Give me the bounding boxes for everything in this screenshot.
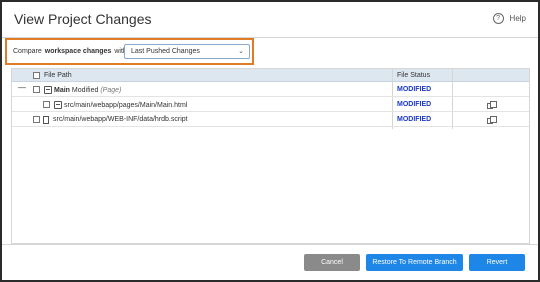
dialog-title: View Project Changes bbox=[14, 11, 152, 27]
cancel-button[interactable]: Cancel bbox=[304, 254, 360, 271]
file-status: MODIFIED bbox=[397, 101, 432, 108]
table-row: src/main/webapp/pages/Main/Main.html MOD… bbox=[12, 98, 529, 112]
copy-icon[interactable] bbox=[487, 116, 497, 124]
help-button[interactable]: ? Help bbox=[492, 13, 526, 24]
html-file-icon bbox=[54, 101, 62, 109]
compare-bold-text: workspace changes bbox=[44, 48, 112, 55]
dialog-footer: Cancel Restore To Remote Branch Revert bbox=[2, 244, 538, 280]
file-status: MODIFIED bbox=[397, 86, 432, 93]
table-row: src/main/webapp/WEB-INF/data/hrdb.script… bbox=[12, 113, 529, 127]
copy-icon[interactable] bbox=[487, 101, 497, 109]
restore-remote-branch-button[interactable]: Restore To Remote Branch bbox=[366, 254, 463, 271]
dialog-header: View Project Changes ? Help bbox=[2, 2, 538, 38]
compare-prefix: Compare bbox=[13, 48, 42, 55]
table-row: — Main Modified (Page) MODIFIED bbox=[12, 83, 529, 97]
file-path: src/main/webapp/pages/Main/Main.html bbox=[64, 101, 188, 109]
revert-button[interactable]: Revert bbox=[469, 254, 525, 271]
page-modified-label: Modified bbox=[71, 86, 99, 94]
compare-selected-value: Last Pushed Changes bbox=[131, 48, 200, 55]
header-file-path: File Path bbox=[44, 72, 72, 79]
help-icon: ? bbox=[492, 13, 504, 24]
row-checkbox[interactable] bbox=[33, 116, 40, 123]
collapse-toggle[interactable]: — bbox=[18, 83, 26, 92]
changes-table: File Path File Status — Main Modified (P… bbox=[11, 68, 530, 244]
page-icon bbox=[44, 86, 52, 94]
file-path: src/main/webapp/WEB-INF/data/hrdb.script bbox=[53, 116, 188, 123]
header-file-status: File Status bbox=[397, 72, 431, 79]
select-all-checkbox[interactable] bbox=[33, 72, 40, 79]
compare-target-select[interactable]: Last Pushed Changes ⌄ bbox=[124, 44, 250, 59]
page-name-cell: Main Modified (Page) bbox=[44, 86, 121, 94]
file-icon bbox=[43, 116, 49, 124]
compare-selector-box: Compare workspace changes with Last Push… bbox=[5, 38, 254, 65]
file-status: MODIFIED bbox=[397, 116, 432, 123]
view-project-changes-dialog: View Project Changes ? Help Compare work… bbox=[0, 0, 540, 282]
file-path-cell: src/main/webapp/pages/Main/Main.html bbox=[54, 101, 187, 109]
row-checkbox[interactable] bbox=[33, 86, 40, 93]
row-checkbox[interactable] bbox=[43, 101, 50, 108]
page-name: Main bbox=[54, 86, 70, 94]
chevron-down-icon: ⌄ bbox=[238, 48, 244, 55]
page-type-label: (Page) bbox=[100, 86, 122, 94]
help-label: Help bbox=[509, 14, 526, 23]
